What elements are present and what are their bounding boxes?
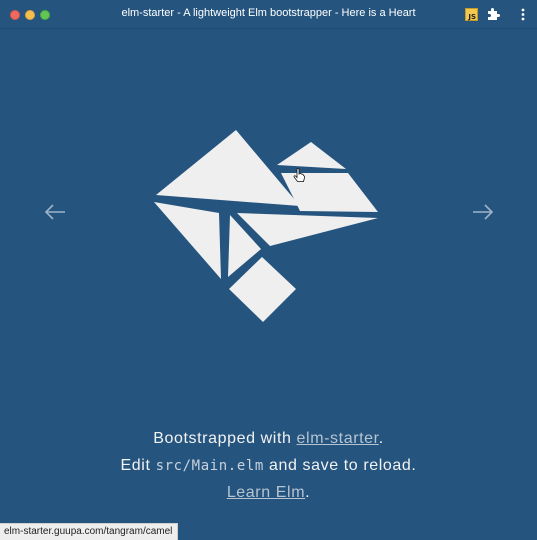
- main-file-path: src/Main.elm: [155, 458, 264, 474]
- maximize-window-button[interactable]: [40, 10, 50, 20]
- window-title: elm-starter - A lightweight Elm bootstra…: [121, 7, 416, 19]
- hand-cursor-icon: [293, 168, 305, 182]
- learn-line: Learn Elm.: [0, 479, 537, 506]
- elm-starter-link[interactable]: elm-starter: [297, 430, 379, 447]
- footer-text: Bootstrapped with elm-starter. Edit src/…: [0, 425, 537, 506]
- edit-suffix: and save to reload.: [268, 457, 417, 474]
- tangram-heart: [154, 130, 378, 322]
- bootstrapped-line: Bootstrapped with elm-starter.: [0, 425, 537, 452]
- tangram-small-triangle-top: [277, 142, 346, 169]
- status-bar-url: elm-starter.guupa.com/tangram/camel: [0, 523, 179, 540]
- js-extension-icon[interactable]: JS: [465, 8, 478, 21]
- title-bar: elm-starter - A lightweight Elm bootstra…: [0, 0, 537, 29]
- bootstrapped-prefix: Bootstrapped with: [153, 430, 292, 447]
- tangram-large-triangle: [156, 130, 300, 206]
- more-menu-icon[interactable]: [516, 6, 530, 22]
- puzzle-extension-icon[interactable]: [486, 6, 500, 22]
- edit-line: Edit src/Main.elm and save to reload.: [0, 452, 537, 479]
- tangram-right-triangle: [237, 213, 378, 246]
- tangram-left-quad: [154, 202, 221, 279]
- bootstrapped-suffix: .: [378, 430, 384, 447]
- learn-suffix: .: [305, 484, 311, 501]
- learn-elm-link[interactable]: Learn Elm: [227, 484, 305, 501]
- arrow-right-icon[interactable]: [471, 202, 495, 222]
- arrow-left-icon[interactable]: [43, 202, 67, 222]
- browser-window: elm-starter - A lightweight Elm bootstra…: [0, 0, 537, 540]
- minimize-window-button[interactable]: [25, 10, 35, 20]
- close-window-button[interactable]: [10, 10, 20, 20]
- edit-prefix: Edit: [120, 457, 151, 474]
- page-content: Bootstrapped with elm-starter. Edit src/…: [0, 30, 537, 540]
